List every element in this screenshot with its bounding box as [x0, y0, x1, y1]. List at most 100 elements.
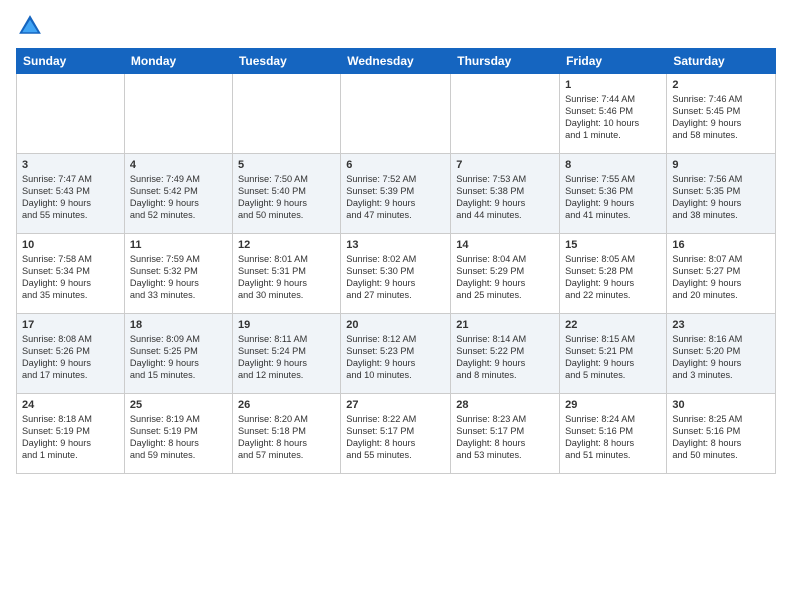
day-info: Sunrise: 7:50 AM Sunset: 5:40 PM Dayligh…	[238, 174, 335, 222]
calendar-cell: 15Sunrise: 8:05 AM Sunset: 5:28 PM Dayli…	[560, 234, 667, 314]
day-number: 26	[238, 398, 335, 413]
day-number: 30	[672, 398, 770, 413]
header	[16, 12, 776, 40]
day-number: 21	[456, 318, 554, 333]
day-number: 18	[130, 318, 227, 333]
calendar-cell: 2Sunrise: 7:46 AM Sunset: 5:45 PM Daylig…	[667, 74, 776, 154]
calendar-cell: 19Sunrise: 8:11 AM Sunset: 5:24 PM Dayli…	[232, 314, 340, 394]
calendar-cell: 20Sunrise: 8:12 AM Sunset: 5:23 PM Dayli…	[341, 314, 451, 394]
day-info: Sunrise: 8:22 AM Sunset: 5:17 PM Dayligh…	[346, 414, 445, 462]
calendar-cell	[232, 74, 340, 154]
calendar-cell: 29Sunrise: 8:24 AM Sunset: 5:16 PM Dayli…	[560, 394, 667, 474]
day-info: Sunrise: 7:59 AM Sunset: 5:32 PM Dayligh…	[130, 254, 227, 302]
day-info: Sunrise: 7:49 AM Sunset: 5:42 PM Dayligh…	[130, 174, 227, 222]
day-info: Sunrise: 8:01 AM Sunset: 5:31 PM Dayligh…	[238, 254, 335, 302]
day-info: Sunrise: 8:11 AM Sunset: 5:24 PM Dayligh…	[238, 334, 335, 382]
calendar-cell: 17Sunrise: 8:08 AM Sunset: 5:26 PM Dayli…	[17, 314, 125, 394]
day-number: 24	[22, 398, 119, 413]
day-info: Sunrise: 8:19 AM Sunset: 5:19 PM Dayligh…	[130, 414, 227, 462]
day-info: Sunrise: 7:53 AM Sunset: 5:38 PM Dayligh…	[456, 174, 554, 222]
calendar-cell: 14Sunrise: 8:04 AM Sunset: 5:29 PM Dayli…	[451, 234, 560, 314]
calendar-cell: 9Sunrise: 7:56 AM Sunset: 5:35 PM Daylig…	[667, 154, 776, 234]
day-info: Sunrise: 8:14 AM Sunset: 5:22 PM Dayligh…	[456, 334, 554, 382]
day-number: 19	[238, 318, 335, 333]
calendar-cell: 6Sunrise: 7:52 AM Sunset: 5:39 PM Daylig…	[341, 154, 451, 234]
day-number: 2	[672, 78, 770, 93]
logo	[16, 12, 48, 40]
calendar-cell: 3Sunrise: 7:47 AM Sunset: 5:43 PM Daylig…	[17, 154, 125, 234]
day-number: 9	[672, 158, 770, 173]
calendar-week-row: 24Sunrise: 8:18 AM Sunset: 5:19 PM Dayli…	[17, 394, 776, 474]
calendar-cell: 18Sunrise: 8:09 AM Sunset: 5:25 PM Dayli…	[124, 314, 232, 394]
calendar-cell: 22Sunrise: 8:15 AM Sunset: 5:21 PM Dayli…	[560, 314, 667, 394]
day-info: Sunrise: 8:12 AM Sunset: 5:23 PM Dayligh…	[346, 334, 445, 382]
day-number: 1	[565, 78, 661, 93]
day-number: 13	[346, 238, 445, 253]
day-info: Sunrise: 7:46 AM Sunset: 5:45 PM Dayligh…	[672, 94, 770, 142]
calendar-cell: 16Sunrise: 8:07 AM Sunset: 5:27 PM Dayli…	[667, 234, 776, 314]
day-info: Sunrise: 7:44 AM Sunset: 5:46 PM Dayligh…	[565, 94, 661, 142]
calendar-cell: 4Sunrise: 7:49 AM Sunset: 5:42 PM Daylig…	[124, 154, 232, 234]
calendar-cell: 28Sunrise: 8:23 AM Sunset: 5:17 PM Dayli…	[451, 394, 560, 474]
day-number: 25	[130, 398, 227, 413]
day-info: Sunrise: 8:16 AM Sunset: 5:20 PM Dayligh…	[672, 334, 770, 382]
calendar-cell: 8Sunrise: 7:55 AM Sunset: 5:36 PM Daylig…	[560, 154, 667, 234]
day-info: Sunrise: 8:23 AM Sunset: 5:17 PM Dayligh…	[456, 414, 554, 462]
calendar-cell: 10Sunrise: 7:58 AM Sunset: 5:34 PM Dayli…	[17, 234, 125, 314]
weekday-header: Tuesday	[232, 49, 340, 74]
day-info: Sunrise: 7:52 AM Sunset: 5:39 PM Dayligh…	[346, 174, 445, 222]
logo-icon	[16, 12, 44, 40]
calendar-cell: 24Sunrise: 8:18 AM Sunset: 5:19 PM Dayli…	[17, 394, 125, 474]
day-number: 27	[346, 398, 445, 413]
calendar-cell	[17, 74, 125, 154]
day-number: 23	[672, 318, 770, 333]
day-number: 16	[672, 238, 770, 253]
calendar-cell: 25Sunrise: 8:19 AM Sunset: 5:19 PM Dayli…	[124, 394, 232, 474]
day-info: Sunrise: 8:20 AM Sunset: 5:18 PM Dayligh…	[238, 414, 335, 462]
calendar-cell	[341, 74, 451, 154]
calendar-week-row: 1Sunrise: 7:44 AM Sunset: 5:46 PM Daylig…	[17, 74, 776, 154]
day-number: 15	[565, 238, 661, 253]
day-info: Sunrise: 7:56 AM Sunset: 5:35 PM Dayligh…	[672, 174, 770, 222]
day-info: Sunrise: 8:08 AM Sunset: 5:26 PM Dayligh…	[22, 334, 119, 382]
day-info: Sunrise: 8:02 AM Sunset: 5:30 PM Dayligh…	[346, 254, 445, 302]
calendar-cell: 26Sunrise: 8:20 AM Sunset: 5:18 PM Dayli…	[232, 394, 340, 474]
day-info: Sunrise: 8:24 AM Sunset: 5:16 PM Dayligh…	[565, 414, 661, 462]
calendar-cell: 21Sunrise: 8:14 AM Sunset: 5:22 PM Dayli…	[451, 314, 560, 394]
day-number: 20	[346, 318, 445, 333]
day-info: Sunrise: 8:07 AM Sunset: 5:27 PM Dayligh…	[672, 254, 770, 302]
day-number: 8	[565, 158, 661, 173]
day-number: 17	[22, 318, 119, 333]
calendar-cell: 7Sunrise: 7:53 AM Sunset: 5:38 PM Daylig…	[451, 154, 560, 234]
weekday-header: Friday	[560, 49, 667, 74]
day-number: 3	[22, 158, 119, 173]
page: SundayMondayTuesdayWednesdayThursdayFrid…	[0, 0, 792, 612]
weekday-header: Thursday	[451, 49, 560, 74]
calendar-cell: 13Sunrise: 8:02 AM Sunset: 5:30 PM Dayli…	[341, 234, 451, 314]
day-info: Sunrise: 8:05 AM Sunset: 5:28 PM Dayligh…	[565, 254, 661, 302]
day-number: 28	[456, 398, 554, 413]
weekday-header: Sunday	[17, 49, 125, 74]
day-info: Sunrise: 7:47 AM Sunset: 5:43 PM Dayligh…	[22, 174, 119, 222]
day-number: 4	[130, 158, 227, 173]
day-number: 11	[130, 238, 227, 253]
day-number: 7	[456, 158, 554, 173]
day-info: Sunrise: 8:04 AM Sunset: 5:29 PM Dayligh…	[456, 254, 554, 302]
day-info: Sunrise: 7:58 AM Sunset: 5:34 PM Dayligh…	[22, 254, 119, 302]
calendar-table: SundayMondayTuesdayWednesdayThursdayFrid…	[16, 48, 776, 474]
day-number: 22	[565, 318, 661, 333]
day-info: Sunrise: 8:09 AM Sunset: 5:25 PM Dayligh…	[130, 334, 227, 382]
day-number: 6	[346, 158, 445, 173]
day-number: 12	[238, 238, 335, 253]
day-info: Sunrise: 8:15 AM Sunset: 5:21 PM Dayligh…	[565, 334, 661, 382]
calendar-week-row: 17Sunrise: 8:08 AM Sunset: 5:26 PM Dayli…	[17, 314, 776, 394]
weekday-header: Wednesday	[341, 49, 451, 74]
day-info: Sunrise: 8:25 AM Sunset: 5:16 PM Dayligh…	[672, 414, 770, 462]
calendar-cell	[124, 74, 232, 154]
calendar-week-row: 3Sunrise: 7:47 AM Sunset: 5:43 PM Daylig…	[17, 154, 776, 234]
day-info: Sunrise: 7:55 AM Sunset: 5:36 PM Dayligh…	[565, 174, 661, 222]
weekday-header-row: SundayMondayTuesdayWednesdayThursdayFrid…	[17, 49, 776, 74]
calendar-cell: 11Sunrise: 7:59 AM Sunset: 5:32 PM Dayli…	[124, 234, 232, 314]
calendar-cell: 23Sunrise: 8:16 AM Sunset: 5:20 PM Dayli…	[667, 314, 776, 394]
weekday-header: Monday	[124, 49, 232, 74]
